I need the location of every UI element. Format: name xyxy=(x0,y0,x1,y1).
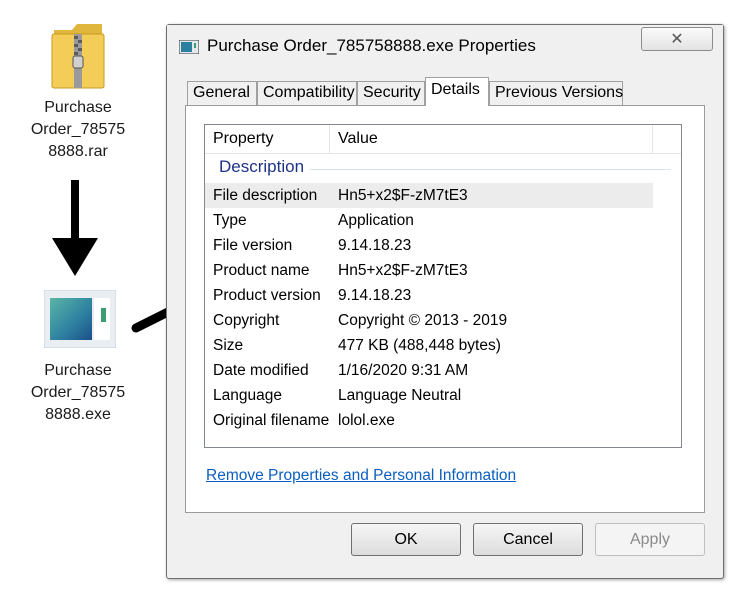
property-name: Product name xyxy=(213,262,310,279)
property-value: 9.14.18.23 xyxy=(338,287,412,304)
property-value: 9.14.18.23 xyxy=(338,237,412,254)
details-list[interactable]: Property Value Description File descript… xyxy=(204,124,682,448)
list-item[interactable]: Date modified 1/16/2020 9:31 AM xyxy=(205,358,681,383)
list-item[interactable]: Product name Hn5+x2$F-zM7tE3 xyxy=(205,258,681,283)
group-header: Description xyxy=(205,155,681,181)
rar-file-label[interactable]: Purchase Order_78575 8888.rar xyxy=(20,97,136,163)
exe-label-line: Order_78575 xyxy=(30,384,126,401)
list-item[interactable]: File version 9.14.18.23 xyxy=(205,233,681,258)
title-bar[interactable]: Purchase Order_785758888.exe Properties … xyxy=(167,25,723,67)
property-name: Original filename xyxy=(213,412,330,429)
zip-folder-icon[interactable] xyxy=(50,20,106,90)
list-item[interactable]: Size 477 KB (488,448 bytes) xyxy=(205,333,681,358)
property-value: Copyright © 2013 - 2019 xyxy=(338,312,508,329)
list-item[interactable]: File description Hn5+x2$F-zM7tE3 xyxy=(205,183,653,208)
property-value: Hn5+x2$F-zM7tE3 xyxy=(338,187,468,204)
rar-label-line: 8888.rar xyxy=(48,143,108,160)
rar-label-line: Order_78575 xyxy=(30,121,126,138)
list-item[interactable]: Copyright Copyright © 2013 - 2019 xyxy=(205,308,681,333)
apply-button[interactable]: Apply xyxy=(595,523,705,556)
properties-dialog: Purchase Order_785758888.exe Properties … xyxy=(166,24,724,579)
list-header: Property Value xyxy=(205,125,681,154)
property-name: Product version xyxy=(213,287,321,304)
property-name: Copyright xyxy=(213,312,280,329)
column-header-property[interactable]: Property xyxy=(205,125,330,153)
property-value: Hn5+x2$F-zM7tE3 xyxy=(338,262,468,279)
exe-label-line: 8888.exe xyxy=(45,406,111,423)
exe-file-label[interactable]: Purchase Order_78575 8888.exe xyxy=(20,360,136,426)
cancel-button[interactable]: Cancel xyxy=(473,523,583,556)
application-title-icon xyxy=(179,40,199,54)
remove-properties-link[interactable]: Remove Properties and Personal Informati… xyxy=(206,467,516,485)
rar-label-line: Purchase xyxy=(44,99,112,116)
group-header-label: Description xyxy=(219,157,311,177)
property-value: 477 KB (488,448 bytes) xyxy=(338,337,501,354)
tab-compatibility[interactable]: Compatibility xyxy=(257,81,357,105)
property-name: Type xyxy=(213,212,247,229)
close-icon: ✕ xyxy=(670,31,684,48)
property-name: File version xyxy=(213,237,293,254)
property-name: File description xyxy=(213,187,318,204)
property-value: 1/16/2020 9:31 AM xyxy=(338,362,469,379)
property-name: Language xyxy=(213,387,282,404)
application-icon[interactable] xyxy=(43,289,117,349)
column-header-value[interactable]: Value xyxy=(330,125,653,153)
list-item[interactable]: Type Application xyxy=(205,208,681,233)
dialog-title: Purchase Order_785758888.exe Properties xyxy=(207,36,536,55)
property-name: Date modified xyxy=(213,362,309,379)
ok-button[interactable]: OK xyxy=(351,523,461,556)
property-value: lolol.exe xyxy=(338,412,395,429)
tab-details[interactable]: Details xyxy=(425,77,489,106)
down-arrow-icon xyxy=(52,180,98,276)
property-value: Language Neutral xyxy=(338,387,462,404)
list-item[interactable]: Language Language Neutral xyxy=(205,383,681,408)
property-value: Application xyxy=(338,212,414,229)
tab-general[interactable]: General xyxy=(187,81,257,105)
exe-label-line: Purchase xyxy=(44,362,112,379)
list-item[interactable]: Product version 9.14.18.23 xyxy=(205,283,681,308)
close-button[interactable]: ✕ xyxy=(641,27,713,51)
tab-previous-versions[interactable]: Previous Versions xyxy=(489,81,623,105)
property-name: Size xyxy=(213,337,244,354)
tab-security[interactable]: Security xyxy=(357,81,425,105)
list-item[interactable]: Original filename lolol.exe xyxy=(205,408,681,433)
details-panel: Property Value Description File descript… xyxy=(185,105,705,513)
